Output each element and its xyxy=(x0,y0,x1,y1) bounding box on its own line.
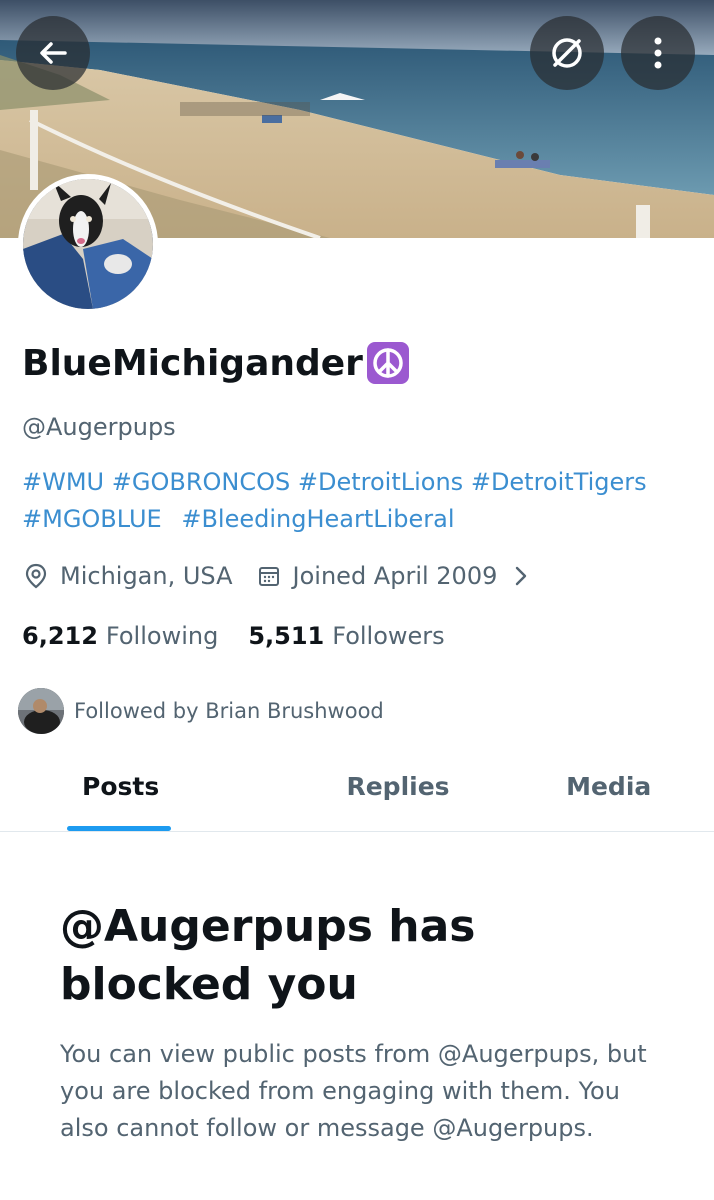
display-name: BlueMichigander xyxy=(22,342,409,384)
hashtag-link[interactable]: #MGOBLUE xyxy=(22,505,162,533)
more-options-button[interactable] xyxy=(621,16,695,90)
hashtag-link[interactable]: #BleedingHeartLiberal xyxy=(181,505,454,533)
more-vertical-icon xyxy=(654,37,662,69)
peace-symbol-icon xyxy=(366,342,409,384)
blocked-title: @Augerpups has blocked you xyxy=(60,901,476,1010)
hashtag-link[interactable]: #WMU xyxy=(22,468,104,496)
hashtag-link[interactable]: #DetroitTigers xyxy=(471,468,647,496)
hashtag-link[interactable]: #GOBRONCOS xyxy=(112,468,290,496)
follower-avatar xyxy=(18,688,64,734)
blocked-description: You can view public posts from @Augerpup… xyxy=(60,1040,647,1142)
followers-link[interactable]: 5,511 Followers xyxy=(248,622,444,650)
blocked-status-button[interactable] xyxy=(530,16,604,90)
followed-by-text: Followed by Brian Brushwood xyxy=(74,699,384,723)
location-text: Michigan, USA xyxy=(60,562,233,590)
profile-tabs: Posts Replies Media xyxy=(0,758,714,832)
following-label: Following xyxy=(105,622,219,650)
tab-label: Replies xyxy=(346,772,450,801)
arrow-left-icon xyxy=(40,42,67,64)
followers-count: 5,511 xyxy=(248,622,325,650)
blocked-circle-icon xyxy=(552,38,582,68)
tab-media[interactable]: Media xyxy=(503,758,714,831)
bio-line-1: #WMU #GOBRONCOS #DetroitLions #DetroitTi… xyxy=(22,464,702,501)
location-pin-icon xyxy=(22,562,50,590)
follow-counts: 6,212 Following 5,511 Followers xyxy=(22,622,475,650)
bio-line-2: #MGOBLUE #BleedingHeartLiberal xyxy=(22,501,702,538)
display-name-text: BlueMichigander xyxy=(22,342,363,384)
tab-replies[interactable]: Replies xyxy=(293,758,504,831)
active-tab-indicator xyxy=(67,826,171,831)
following-link[interactable]: 6,212 Following xyxy=(22,622,218,650)
joined-date-text: Joined April 2009 xyxy=(292,562,498,590)
followers-label: Followers xyxy=(332,622,445,650)
profile-meta: Michigan, USA Joined April 2009 xyxy=(22,562,545,590)
back-button[interactable] xyxy=(16,16,90,90)
dog-photo-image xyxy=(23,179,153,309)
tab-label: Media xyxy=(566,772,652,801)
profile-bio: #WMU #GOBRONCOS #DetroitLions #DetroitTi… xyxy=(22,464,702,538)
tab-label: Posts xyxy=(82,772,160,801)
profile-avatar[interactable] xyxy=(18,174,158,314)
following-count: 6,212 xyxy=(22,622,98,650)
hashtag-link[interactable]: #DetroitLions xyxy=(298,468,463,496)
tab-posts[interactable]: Posts xyxy=(0,758,293,831)
profile-handle: @Augerpups xyxy=(22,413,176,441)
calendar-icon xyxy=(255,562,283,590)
followed-by-row[interactable]: Followed by Brian Brushwood xyxy=(18,688,384,734)
chevron-right-icon[interactable] xyxy=(507,562,535,590)
